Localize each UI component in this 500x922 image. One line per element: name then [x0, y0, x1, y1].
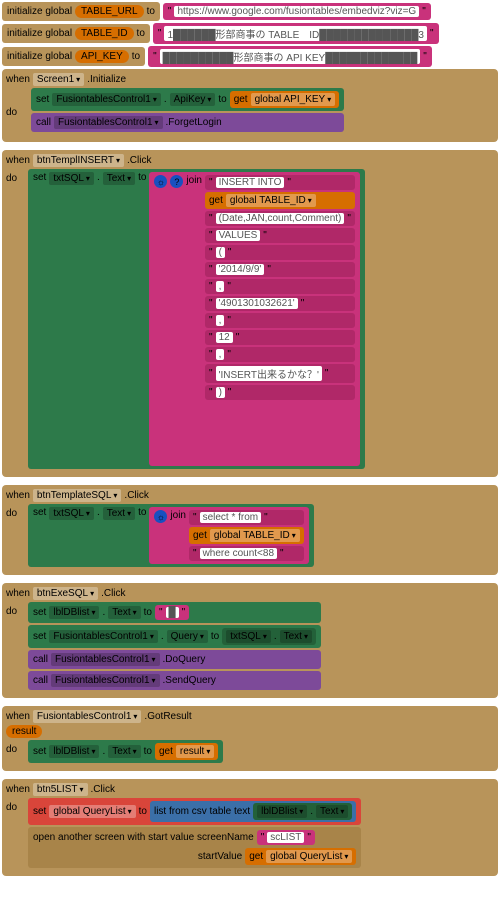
- string-literal[interactable]: " , ": [205, 347, 355, 362]
- string-literal[interactable]: " , ": [205, 313, 355, 328]
- component-btn5list[interactable]: btn5LIST: [33, 783, 88, 796]
- string-literal[interactable]: " https://www.google.com/fusiontables/em…: [163, 3, 431, 20]
- string-sclist[interactable]: " scLIST ": [257, 830, 315, 845]
- gear-icon[interactable]: ☼: [154, 175, 167, 188]
- call-forgetlogin-block[interactable]: call FusiontablesControl1 .ForgetLogin: [31, 113, 344, 132]
- call-sendquery-block[interactable]: call FusiontablesControl1 .SendQuery: [28, 671, 321, 690]
- string-literal[interactable]: " where count<88 ": [189, 546, 304, 561]
- get-lbldblist-text[interactable]: lblDBlist . Text: [253, 803, 352, 820]
- set-lbldblist-result[interactable]: set lblDBlist . Text to get result: [28, 740, 223, 763]
- set-query-block[interactable]: set FusiontablesControl1 . Query to txtS…: [28, 625, 321, 648]
- set-txtsql-text-block[interactable]: set txtSQL . Text to ☼ ? join " INSERT I…: [28, 169, 365, 469]
- var-name[interactable]: TABLE_ID: [75, 27, 134, 40]
- global-var-decl[interactable]: initialize global TABLE_URL to: [2, 2, 160, 21]
- get-api-key[interactable]: get global API_KEY: [230, 91, 340, 108]
- param-result[interactable]: result: [6, 725, 42, 738]
- get-global[interactable]: get global TABLE_ID: [189, 527, 304, 544]
- string-literal[interactable]: " , ": [205, 279, 355, 294]
- get-result[interactable]: get result: [155, 743, 218, 760]
- string-literal[interactable]: " ██████████形部商事の API KEY█████████████ ": [148, 46, 432, 67]
- global-var-decl[interactable]: initialize global TABLE_ID to: [2, 24, 150, 43]
- when-btntemplatesql-click: when btnTemplateSQL .Click do set txtSQL…: [2, 485, 498, 575]
- when-btn5list-click: when btn5LIST .Click do set global Query…: [2, 779, 498, 876]
- global-var-decl[interactable]: initialize global API_KEY to: [2, 47, 145, 66]
- open-screen-block[interactable]: open another screen with start value scr…: [28, 827, 361, 868]
- string-literal[interactable]: " █ ": [155, 605, 189, 620]
- set-apikey-block[interactable]: set FusiontablesControl1 . ApiKey to get…: [31, 88, 344, 111]
- component-fusiontables[interactable]: FusiontablesControl1: [33, 710, 142, 723]
- string-literal[interactable]: " 1██████形部商事の TABLE ID██████████████3 ": [153, 23, 439, 44]
- component-screen1[interactable]: Screen1: [33, 73, 84, 86]
- component-btnexesql[interactable]: btnExeSQL: [33, 587, 98, 600]
- when-gotresult: when FusiontablesControl1 .GotResult res…: [2, 706, 498, 771]
- gear-icon[interactable]: ☼: [154, 510, 167, 523]
- call-doquery-block[interactable]: call FusiontablesControl1 .DoQuery: [28, 650, 321, 669]
- string-literal[interactable]: " ( ": [205, 245, 355, 260]
- join-block-2[interactable]: ☼ join " select * from "get global TABLE…: [149, 507, 308, 564]
- string-literal[interactable]: " '4901301032621' ": [205, 296, 355, 311]
- string-literal[interactable]: " 'INSERT出来るかな？' ": [205, 364, 355, 383]
- set-lbldblist-text[interactable]: set lblDBlist . Text to " █ ": [28, 602, 321, 623]
- string-literal[interactable]: " (Date,JAN,count,Comment) ": [205, 211, 355, 226]
- event-initialize: .Initialize: [87, 74, 126, 85]
- component-btntemplatesql[interactable]: btnTemplateSQL: [33, 489, 122, 502]
- var-name[interactable]: API_KEY: [75, 50, 129, 63]
- string-literal[interactable]: " select * from ": [189, 510, 304, 525]
- get-global[interactable]: get global TABLE_ID: [205, 192, 355, 209]
- join-block[interactable]: ☼ ? join " INSERT INTO "get global TABLE…: [149, 172, 360, 466]
- string-literal[interactable]: " 12 ": [205, 330, 355, 345]
- do-label: do: [6, 103, 28, 118]
- when-screen1-initialize: when Screen1 .Initialize do set Fusionta…: [2, 69, 498, 142]
- help-icon[interactable]: ?: [170, 175, 183, 188]
- string-literal[interactable]: " INSERT INTO ": [205, 175, 355, 190]
- string-literal[interactable]: " '2014/9/9' ": [205, 262, 355, 277]
- get-txtsql-text[interactable]: txtSQL . Text: [222, 628, 316, 645]
- get-querylist[interactable]: get global QueryList: [245, 848, 356, 865]
- component-btntemplinsert[interactable]: btnTemplINSERT: [33, 154, 124, 167]
- string-literal[interactable]: " VALUES ": [205, 228, 355, 243]
- string-literal[interactable]: " ) ": [205, 385, 355, 400]
- when-btnexesql-click: when btnExeSQL .Click do set lblDBlist .…: [2, 583, 498, 698]
- list-from-csv-block[interactable]: list from csv table text lblDBlist . Tex…: [150, 801, 356, 822]
- set-txtsql-text-block-2[interactable]: set txtSQL . Text to ☼ join " select * f…: [28, 504, 314, 567]
- keyword-when: when: [6, 74, 30, 85]
- var-name[interactable]: TABLE_URL: [75, 5, 144, 18]
- set-querylist-block[interactable]: set global QueryList to list from csv ta…: [28, 798, 361, 825]
- when-btntemplinsert-click: when btnTemplINSERT .Click do set txtSQL…: [2, 150, 498, 477]
